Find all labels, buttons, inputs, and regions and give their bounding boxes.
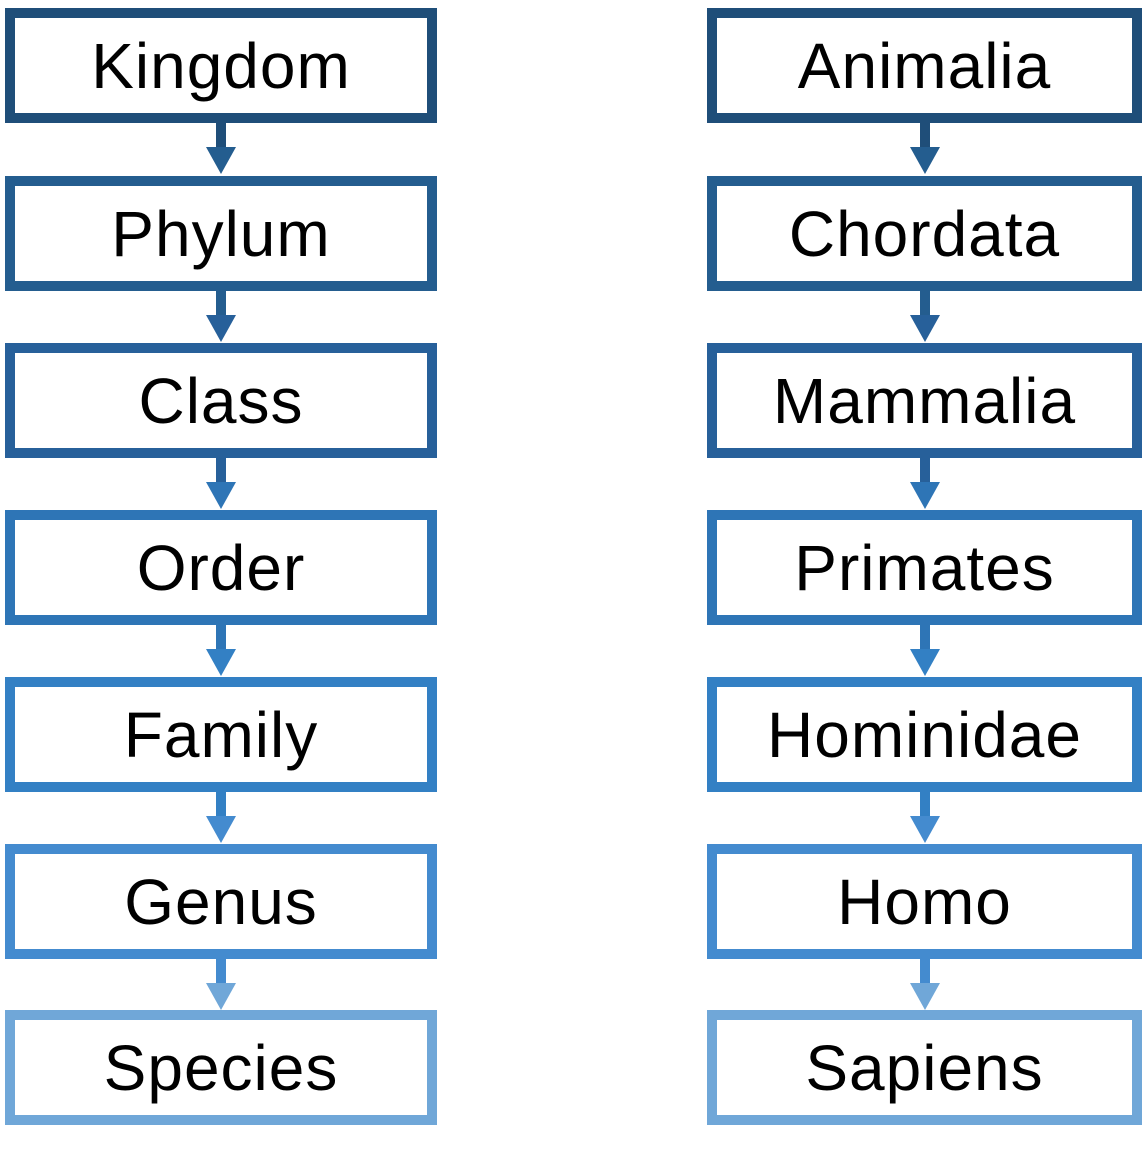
- rank-label: Class: [138, 364, 304, 437]
- arrow-head: [206, 482, 236, 509]
- down-arrow-icon: [909, 959, 940, 1010]
- arrow-head: [909, 147, 940, 174]
- down-arrow-icon: [909, 458, 940, 510]
- rank-column: Kingdom Phylum Class Order Family Genus Specie…: [5, 0, 437, 1157]
- taxon-box: Sapiens: [707, 1010, 1142, 1125]
- rank-box: Family: [5, 677, 437, 792]
- arrow-shaft: [919, 291, 930, 317]
- down-arrow-icon: [909, 792, 940, 844]
- rank-box: Species: [5, 1010, 437, 1125]
- arrow-shaft: [919, 123, 930, 149]
- rank-box: Class: [5, 343, 437, 458]
- arrow-head: [206, 983, 236, 1010]
- taxon-label: Chordata: [788, 197, 1061, 270]
- rank-label: Phylum: [111, 197, 331, 270]
- arrow-head: [206, 147, 236, 174]
- taxon-label: Primates: [794, 531, 1055, 604]
- rank-box: Kingdom: [5, 8, 437, 123]
- arrow-head: [909, 315, 940, 342]
- taxon-label: Animalia: [797, 29, 1052, 102]
- down-arrow-icon: [206, 959, 236, 1010]
- arrow-shaft: [216, 959, 226, 985]
- taxon-box: Primates: [707, 510, 1142, 625]
- rank-label: Genus: [124, 865, 318, 938]
- taxon-label: Hominidae: [767, 698, 1082, 771]
- arrow-head: [909, 983, 940, 1010]
- arrow-shaft: [216, 123, 226, 149]
- rank-label: Order: [136, 531, 306, 604]
- arrow-head: [909, 649, 940, 676]
- down-arrow-icon: [206, 123, 236, 176]
- arrow-head: [206, 649, 236, 676]
- arrow-shaft: [919, 625, 930, 651]
- arrow-head: [909, 482, 940, 509]
- taxon-box: Homo: [707, 844, 1142, 959]
- down-arrow-icon: [206, 291, 236, 343]
- arrow-shaft: [919, 792, 930, 818]
- rank-label: Kingdom: [91, 29, 351, 102]
- arrow-head: [206, 816, 236, 843]
- human-classification-column: Animalia Chordata Mammalia Primates Hominida…: [707, 0, 1142, 1157]
- down-arrow-icon: [206, 625, 236, 677]
- taxon-box: Chordata: [707, 176, 1142, 291]
- rank-box: Phylum: [5, 176, 437, 291]
- arrow-shaft: [919, 458, 930, 484]
- down-arrow-icon: [206, 458, 236, 510]
- rank-box: Order: [5, 510, 437, 625]
- taxon-label: Mammalia: [772, 364, 1077, 437]
- arrow-head: [909, 816, 940, 843]
- arrow-shaft: [216, 458, 226, 484]
- down-arrow-icon: [909, 123, 940, 176]
- taxon-label: Sapiens: [805, 1031, 1044, 1104]
- taxon-box: Animalia: [707, 8, 1142, 123]
- arrow-shaft: [216, 291, 226, 317]
- taxon-label: Homo: [837, 865, 1012, 938]
- arrow-head: [206, 315, 236, 342]
- down-arrow-icon: [206, 792, 236, 844]
- arrow-shaft: [216, 625, 226, 651]
- arrow-shaft: [216, 792, 226, 818]
- rank-box: Genus: [5, 844, 437, 959]
- down-arrow-icon: [909, 291, 940, 343]
- taxon-box: Hominidae: [707, 677, 1142, 792]
- down-arrow-icon: [909, 625, 940, 677]
- taxon-box: Mammalia: [707, 343, 1142, 458]
- arrow-shaft: [919, 959, 930, 985]
- rank-label: Species: [103, 1031, 339, 1104]
- rank-label: Family: [123, 698, 319, 771]
